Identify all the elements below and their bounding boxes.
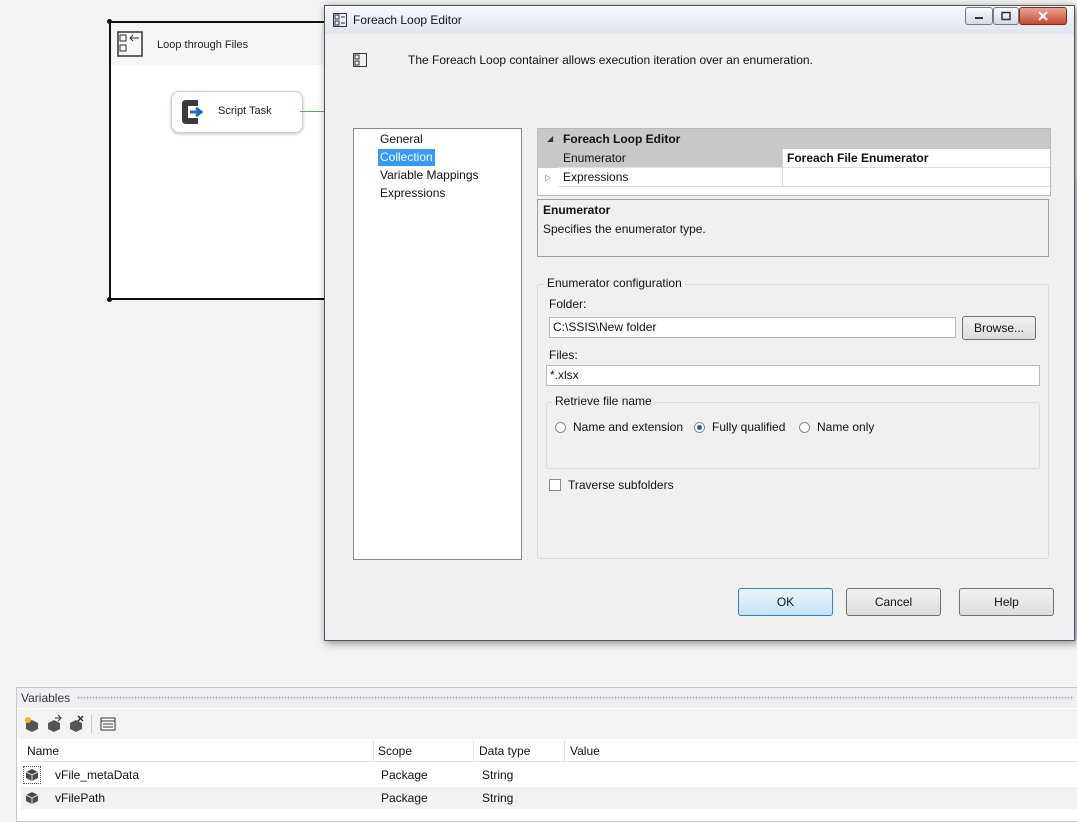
property-grid: ◢ Foreach Loop Editor Enumerator Foreach… xyxy=(537,128,1051,196)
traverse-subfolders-label[interactable]: Traverse subfolders xyxy=(568,478,674,492)
column-header-scope[interactable]: Scope xyxy=(378,744,412,758)
pane-grip[interactable] xyxy=(77,696,1074,700)
foreach-loop-icon xyxy=(353,53,367,67)
variable-scope[interactable]: Package xyxy=(381,768,428,782)
variables-pane-title: Variables xyxy=(21,691,71,705)
variable-name[interactable]: vFile_metaData xyxy=(55,768,139,782)
page-navigation-list: General Collection Variable Mappings Exp… xyxy=(353,128,522,560)
property-row-expressions[interactable]: ▷ Expressions xyxy=(538,168,1050,187)
dialog-title-icon xyxy=(333,13,347,27)
property-category-name: Foreach Loop Editor xyxy=(563,132,681,146)
add-variable-icon[interactable] xyxy=(23,715,41,733)
script-task-icon xyxy=(182,100,204,124)
maximize-icon xyxy=(1001,11,1011,21)
column-divider[interactable] xyxy=(473,741,474,761)
script-task-label: Script Task xyxy=(218,105,272,117)
files-label: Files: xyxy=(549,348,578,362)
enumerator-configuration-group: Enumerator configuration Folder: C:\SSIS… xyxy=(537,276,1049,559)
dialog-body: The Foreach Loop container allows execut… xyxy=(331,34,1068,634)
dialog-titlebar[interactable]: Foreach Loop Editor xyxy=(325,6,1074,34)
property-category[interactable]: ◢ Foreach Loop Editor xyxy=(538,129,1050,149)
maximize-button[interactable] xyxy=(993,7,1019,25)
files-input[interactable]: *.xlsx xyxy=(546,365,1040,386)
precedence-connector[interactable] xyxy=(300,111,326,112)
dialog-title: Foreach Loop Editor xyxy=(353,13,462,27)
move-variable-icon[interactable] xyxy=(45,715,63,733)
selection-handle[interactable] xyxy=(107,297,112,302)
dialog-description: The Foreach Loop container allows execut… xyxy=(408,53,813,67)
cancel-button[interactable]: Cancel xyxy=(846,588,941,616)
minimize-icon xyxy=(975,17,983,19)
expand-arrow-icon[interactable]: ▷ xyxy=(545,173,551,182)
close-icon xyxy=(1038,11,1048,21)
column-header-value[interactable]: Value xyxy=(570,744,600,758)
variable-row[interactable]: vFile_metaData Package String xyxy=(21,764,1077,786)
toolbar-separator xyxy=(91,715,92,733)
help-button[interactable]: Help xyxy=(959,588,1054,616)
folder-label: Folder: xyxy=(549,297,587,311)
variable-icon xyxy=(25,792,39,804)
radio-name-only[interactable] xyxy=(799,422,810,433)
nav-item-variable-mappings[interactable]: Variable Mappings xyxy=(378,167,481,184)
help-title: Enumerator xyxy=(543,203,611,217)
close-button[interactable] xyxy=(1019,7,1067,25)
property-value[interactable]: Foreach File Enumerator xyxy=(782,149,1050,168)
variable-data-type[interactable]: String xyxy=(482,791,513,805)
property-value[interactable] xyxy=(782,168,1050,187)
help-text: Specifies the enumerator type. xyxy=(543,222,706,236)
column-divider[interactable] xyxy=(373,741,374,761)
foreach-loop-icon xyxy=(117,31,143,57)
collapse-triangle-icon[interactable]: ◢ xyxy=(547,134,553,143)
property-help-box: Enumerator Specifies the enumerator type… xyxy=(537,199,1049,257)
minimize-button[interactable] xyxy=(965,7,993,25)
radio-label[interactable]: Name only xyxy=(817,420,874,434)
radio-label[interactable]: Fully qualified xyxy=(712,420,785,434)
grid-options-icon[interactable] xyxy=(99,715,117,733)
variables-pane-titlebar[interactable]: Variables xyxy=(17,688,1077,708)
traverse-subfolders-checkbox[interactable] xyxy=(549,479,561,491)
group-legend: Enumerator configuration xyxy=(544,276,685,290)
variables-pane: Variables Name Scope Data type Value vFi… xyxy=(16,687,1077,822)
variables-grid-header: Name Scope Data type Value xyxy=(21,741,1077,762)
radio-label[interactable]: Name and extension xyxy=(573,420,683,434)
variable-name[interactable]: vFilePath xyxy=(55,791,105,805)
row-gutter xyxy=(538,149,558,168)
nav-item-general[interactable]: General xyxy=(378,131,425,148)
group-legend: Retrieve file name xyxy=(552,394,655,408)
delete-variable-icon[interactable] xyxy=(67,715,85,733)
variable-data-type[interactable]: String xyxy=(482,768,513,782)
radio-fully-qualified[interactable] xyxy=(694,422,705,433)
variable-icon xyxy=(23,766,41,784)
variable-scope[interactable]: Package xyxy=(381,791,428,805)
column-divider[interactable] xyxy=(564,741,565,761)
property-name: Enumerator xyxy=(558,149,782,168)
nav-item-expressions[interactable]: Expressions xyxy=(378,185,447,202)
variable-row[interactable]: vFilePath Package String xyxy=(21,787,1077,809)
radio-name-and-extension[interactable] xyxy=(555,422,566,433)
column-header-data-type[interactable]: Data type xyxy=(479,744,530,758)
folder-input[interactable]: C:\SSIS\New folder xyxy=(549,317,956,338)
script-task[interactable]: Script Task xyxy=(171,91,303,133)
browse-button[interactable]: Browse... xyxy=(962,316,1036,340)
retrieve-file-name-group: Retrieve file name Name and extension Fu… xyxy=(546,394,1040,469)
container-title: Loop through Files xyxy=(157,39,249,51)
variables-toolbar xyxy=(17,709,1077,739)
foreach-loop-editor-dialog: Foreach Loop Editor The Foreach Loop con… xyxy=(324,5,1075,641)
nav-item-collection[interactable]: Collection xyxy=(378,149,435,166)
ok-button[interactable]: OK xyxy=(738,588,833,616)
property-row-enumerator[interactable]: Enumerator Foreach File Enumerator xyxy=(538,149,1050,168)
property-name: Expressions xyxy=(558,168,782,187)
column-header-name[interactable]: Name xyxy=(27,744,59,758)
